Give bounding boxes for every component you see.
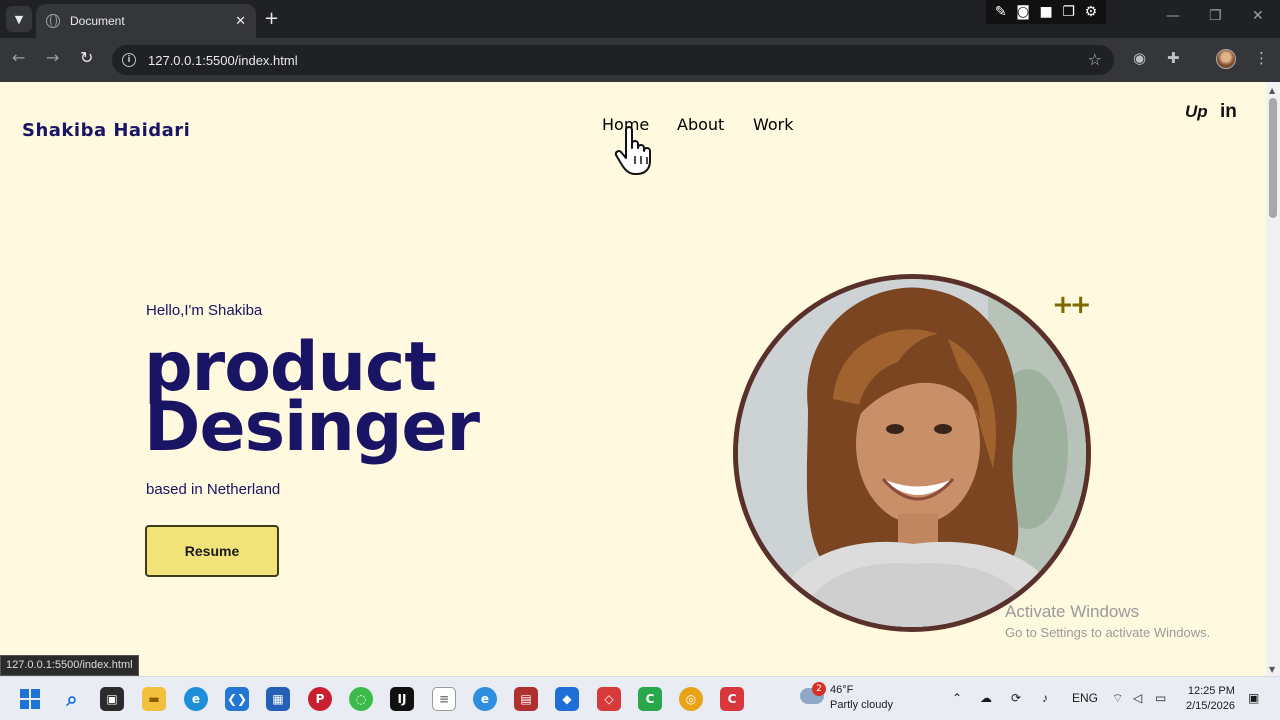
hero-role-line2: Desinger	[144, 388, 480, 467]
profile-avatar[interactable]	[1216, 49, 1236, 69]
search-icon[interactable]: ⌕	[60, 687, 84, 711]
volume-icon[interactable]: ◁	[1133, 691, 1142, 705]
weather-badge: 2	[812, 682, 826, 696]
settings-gear-icon[interactable]: ⚙	[1085, 4, 1098, 20]
windows-taskbar: ⌕ ▣ ▬ e ❮❯ ▦ P ◌ IJ ≡ e ▤ ◆ ◇ C ◎ C 2 46…	[0, 676, 1280, 720]
file-explorer-icon[interactable]: ▬	[142, 687, 166, 711]
notification-icon[interactable]: ▣	[1248, 691, 1259, 705]
defender-shield-icon[interactable]: ◆	[555, 687, 579, 711]
hand-pointer-cursor-icon	[614, 126, 651, 175]
video-icon[interactable]: ■	[1039, 4, 1052, 20]
hero-greeting: Hello,I'm Shakiba	[146, 302, 263, 319]
extensions-puzzle-icon[interactable]: ✚	[1167, 49, 1180, 67]
weather-temperature: 46°F	[830, 684, 854, 696]
globe-icon	[46, 14, 60, 28]
tab-title: Document	[70, 14, 125, 28]
windows-start-icon[interactable]	[18, 687, 42, 711]
clock-date: 2/15/2026	[1186, 700, 1235, 712]
language-indicator[interactable]: ENG	[1072, 691, 1098, 705]
nav-about[interactable]: About	[677, 115, 724, 134]
tab-search-button[interactable]: ▼	[6, 6, 32, 32]
weather-condition: Partly cloudy	[830, 699, 893, 711]
hero-location: based in Netherland	[146, 481, 281, 498]
site-info-icon[interactable]: i	[122, 53, 136, 67]
tray-chevron-icon[interactable]: ⌃	[952, 691, 962, 705]
new-tab-button[interactable]: +	[264, 8, 279, 29]
notepad-icon[interactable]: ≡	[432, 687, 456, 711]
close-window-button[interactable]: ✕	[1252, 8, 1264, 24]
winrar-icon[interactable]: ▤	[514, 687, 538, 711]
windows-icon[interactable]: ❐	[1062, 4, 1075, 20]
pin-icon[interactable]: ✎	[995, 4, 1007, 20]
hero-role-title: product Desinger	[144, 334, 480, 467]
camera-icon[interactable]: ◙	[1016, 4, 1030, 20]
bookmark-star-icon[interactable]: ☆	[1088, 50, 1102, 69]
onedrive-icon[interactable]: ☁	[980, 691, 992, 705]
microsoft-store-icon[interactable]: ▦	[266, 687, 290, 711]
sync-icon[interactable]: ⟳	[1011, 691, 1021, 705]
scrollbar-thumb[interactable]	[1269, 98, 1277, 218]
intellij-icon[interactable]: IJ	[390, 687, 414, 711]
back-arrow-icon[interactable]: ←	[12, 48, 25, 67]
minimize-button[interactable]: —	[1166, 8, 1180, 24]
brand-name[interactable]: Shakiba Haidari	[22, 120, 190, 141]
close-tab-icon[interactable]: ✕	[235, 14, 246, 29]
upwork-icon[interactable]: Up	[1185, 102, 1208, 122]
edge-browser-icon[interactable]: e	[184, 687, 208, 711]
scroll-up-arrow-icon[interactable]: ▲	[1269, 86, 1275, 95]
portrait-illustration	[738, 279, 1086, 627]
page-viewport: Shakiba Haidari Home About Work Up in He…	[0, 82, 1266, 676]
nav-work[interactable]: Work	[753, 115, 794, 134]
camtasia-icon[interactable]: C	[638, 687, 662, 711]
browser-tab-bar: ▼ Document ✕ + ✎ ◙ ■ ❐ ⚙ — ❐ ✕	[0, 0, 1280, 38]
page-scrollbar[interactable]: ▲ ▼	[1266, 82, 1280, 676]
link-status-bar: 127.0.0.1:5500/index.html	[0, 655, 139, 676]
clock-time: 12:25 PM	[1187, 685, 1235, 697]
resume-button[interactable]: Resume	[145, 525, 279, 577]
forward-arrow-icon[interactable]: →	[46, 48, 59, 67]
profile-photo	[733, 274, 1091, 632]
pocketcasts-icon[interactable]: P	[308, 687, 332, 711]
browser-tab[interactable]: Document ✕	[36, 4, 256, 38]
activate-windows-title: Activate Windows	[1005, 602, 1140, 621]
activate-windows-subtitle: Go to Settings to activate Windows.	[1005, 625, 1211, 640]
edge-dev-icon[interactable]: e	[473, 687, 497, 711]
address-bar[interactable]: i 127.0.0.1:5500/index.html ☆	[112, 45, 1114, 75]
taskbar-clock[interactable]: 12:25 PM 2/15/2026	[1186, 684, 1235, 714]
vscode-icon[interactable]: ❮❯	[225, 687, 249, 711]
screenshot-extension-icon[interactable]: ◉	[1133, 49, 1146, 67]
capture-toolbar: ✎ ◙ ■ ❐ ⚙	[986, 0, 1106, 24]
scroll-down-arrow-icon[interactable]: ▼	[1269, 665, 1275, 674]
more-menu-icon[interactable]: ⋮	[1254, 49, 1269, 67]
decorative-plus-marks: ++	[1052, 290, 1092, 320]
task-view-icon[interactable]: ▣	[100, 687, 124, 711]
sync-app-icon[interactable]: ◌	[349, 687, 373, 711]
microphone-icon[interactable]: ♪	[1042, 691, 1048, 705]
restore-button[interactable]: ❐	[1209, 8, 1222, 24]
reload-icon[interactable]: ↻	[80, 48, 93, 67]
battery-icon[interactable]: ▭	[1155, 691, 1166, 705]
activate-windows-watermark: Activate Windows Go to Settings to activ…	[1005, 602, 1210, 640]
anydesk-icon[interactable]: ◇	[597, 687, 621, 711]
chrome-icon[interactable]: ◎	[679, 687, 703, 711]
camtasia-recorder-icon[interactable]: C	[720, 687, 744, 711]
address-url: 127.0.0.1:5500/index.html	[148, 52, 298, 68]
wifi-icon[interactable]: ⌔	[1112, 691, 1123, 706]
linkedin-icon[interactable]: in	[1220, 101, 1237, 123]
